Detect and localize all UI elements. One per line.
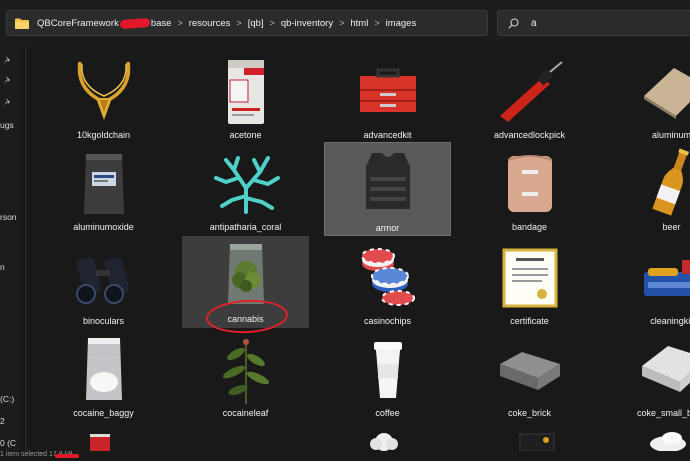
file-name: bandage — [511, 222, 548, 232]
file-item[interactable]: coke_brick — [466, 330, 593, 424]
file-name: antipatharia_coral — [209, 222, 282, 232]
nav-item[interactable]: 2 — [0, 416, 5, 426]
folder-icon — [15, 18, 29, 29]
toolbar: QBCoreFramework base > resources > [qb] … — [0, 0, 690, 46]
brick-package-icon — [499, 352, 560, 390]
pin-icon — [4, 56, 10, 64]
file-item[interactable]: aluminumoxide — [40, 144, 167, 238]
file-name: coffee — [375, 408, 400, 418]
nav-item[interactable]: ugs — [0, 120, 14, 130]
coffee-cup-icon — [373, 342, 402, 398]
file-item[interactable]: bandage — [466, 144, 593, 238]
breadcrumb-item[interactable]: images — [386, 18, 417, 29]
file-item[interactable]: antipatharia_coral — [182, 144, 309, 238]
chevron-right-icon: > — [177, 18, 183, 28]
white-pile-icon — [650, 432, 686, 451]
file-item[interactable]: aluminum — [608, 52, 690, 146]
file-item[interactable]: cleaningkit — [608, 238, 690, 332]
file-item[interactable]: certificate — [466, 238, 593, 332]
file-item[interactable]: advancedlockpick — [466, 52, 593, 146]
powder-bag-icon — [83, 154, 124, 214]
file-item[interactable]: advancedkit — [324, 52, 451, 146]
breadcrumb-item[interactable]: [qb] — [248, 18, 264, 29]
file-name: casinochips — [363, 316, 412, 326]
pin-icon — [4, 76, 10, 84]
leaf-plant-icon — [222, 339, 269, 404]
pane-splitter[interactable] — [25, 46, 27, 461]
search-icon — [508, 17, 519, 29]
red-toolbox-icon — [359, 68, 416, 112]
coral-icon — [213, 156, 280, 214]
redaction-mark — [119, 17, 151, 29]
file-name: aluminum — [651, 130, 690, 140]
file-name: certificate — [510, 316, 549, 326]
file-name: coke_small_brick — [636, 408, 690, 418]
file-item[interactable]: cocaine_baggy — [40, 330, 167, 424]
body-armor-icon — [365, 153, 410, 209]
white-baggy-icon — [85, 338, 122, 400]
chevron-right-icon: > — [374, 18, 380, 28]
gold-chain-icon — [77, 61, 130, 120]
breadcrumb-item[interactable]: html — [350, 18, 368, 29]
acetone-can-icon — [227, 60, 264, 124]
breadcrumb-item[interactable]: resources — [189, 18, 231, 29]
lockpick-drill-icon — [499, 61, 563, 122]
cleaning-kit-icon — [643, 260, 690, 296]
certificate-icon — [502, 248, 557, 308]
search-input[interactable]: a — [531, 18, 537, 29]
file-item[interactable]: binoculars — [40, 238, 167, 332]
file-name: advancedkit — [363, 130, 412, 140]
chevron-right-icon: > — [236, 18, 242, 28]
nav-item[interactable]: rson — [0, 212, 17, 222]
search-box[interactable]: a — [497, 10, 690, 36]
binoculars-icon — [75, 257, 129, 304]
status-bar: 1 item selected 17.8 kB — [0, 451, 690, 461]
nav-item[interactable]: 0 (C — [0, 438, 16, 448]
can-icon — [90, 434, 110, 451]
file-name: cleaningkit — [650, 316, 690, 326]
aluminum-sheet-icon — [643, 68, 690, 119]
file-item-selected[interactable]: armor — [324, 142, 451, 236]
flower-icon — [370, 433, 398, 451]
file-name: 10kgoldchain — [76, 130, 131, 140]
address-bar[interactable]: QBCoreFramework base > resources > [qb] … — [6, 10, 488, 36]
file-item[interactable]: beer — [608, 144, 690, 238]
file-name: cocaineleaf — [222, 408, 269, 418]
bandage-roll-icon — [507, 155, 552, 212]
file-item[interactable]: cocaineleaf — [182, 330, 309, 424]
breadcrumb-item[interactable]: QBCoreFramework — [37, 18, 119, 29]
file-name: cocaine_baggy — [73, 408, 134, 418]
file-item[interactable]: casinochips — [324, 238, 451, 332]
black-box-icon — [519, 433, 555, 451]
pin-icon — [4, 98, 10, 106]
small-brick-icon — [641, 346, 690, 392]
file-name: aluminumoxide — [73, 222, 134, 232]
file-name: binoculars — [82, 316, 125, 326]
breadcrumb-item[interactable]: qb-inventory — [281, 18, 333, 29]
casino-chips-icon — [360, 248, 415, 306]
file-item[interactable]: coke_small_brick — [608, 330, 690, 424]
file-name: armor — [375, 223, 400, 233]
file-item[interactable]: coffee — [324, 330, 451, 424]
file-name: advancedlockpick — [493, 130, 566, 140]
navigation-pane: ugs rson n (C:) 2 0 (C — [0, 46, 20, 461]
beer-bottle-icon — [651, 148, 689, 216]
nav-item-drive-c[interactable]: (C:) — [0, 394, 14, 404]
file-item[interactable]: 10kgoldchain — [40, 52, 167, 146]
chevron-right-icon: > — [269, 18, 275, 28]
file-item[interactable]: acetone — [182, 52, 309, 146]
file-name: coke_brick — [507, 408, 552, 418]
redaction-mark — [55, 454, 79, 458]
file-name: acetone — [229, 130, 262, 140]
file-name: beer — [662, 222, 681, 232]
chevron-right-icon: > — [339, 18, 345, 28]
nav-item[interactable]: n — [0, 262, 5, 272]
breadcrumb-item[interactable]: base — [151, 18, 172, 29]
